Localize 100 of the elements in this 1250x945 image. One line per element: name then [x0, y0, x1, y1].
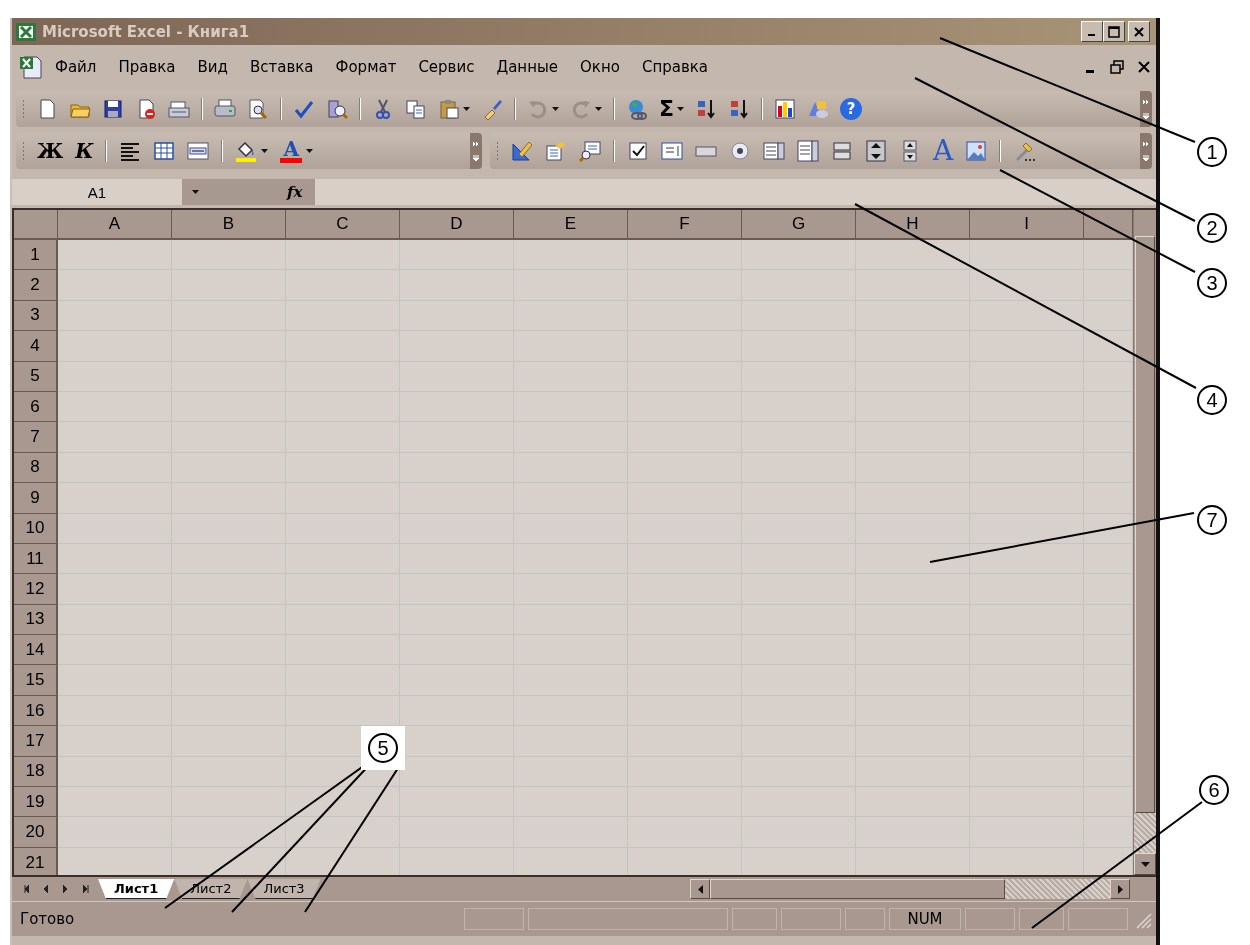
row-header[interactable]: 16 [14, 695, 58, 727]
menu-item[interactable]: Данные [485, 58, 570, 76]
cell[interactable] [58, 726, 172, 757]
cell[interactable] [172, 817, 286, 848]
row-header[interactable]: 17 [14, 726, 58, 757]
cell[interactable] [856, 240, 970, 271]
column-header[interactable]: B [172, 210, 286, 240]
book-magnifier-icon[interactable] [326, 98, 348, 120]
combo-box-icon[interactable] [797, 140, 819, 162]
cell[interactable] [58, 817, 172, 848]
ruler-pencil-icon[interactable] [511, 140, 533, 162]
cell[interactable] [1084, 635, 1133, 666]
image-icon[interactable] [965, 140, 988, 162]
cell[interactable] [58, 513, 172, 544]
cell[interactable] [514, 240, 628, 271]
cell[interactable] [514, 847, 628, 875]
cell[interactable] [1084, 300, 1133, 332]
close-icon[interactable] [1133, 25, 1145, 38]
column-header[interactable]: I [970, 210, 1084, 240]
cell[interactable] [1084, 391, 1133, 423]
function-button[interactable]: fx [287, 179, 315, 205]
checkbox-icon[interactable] [627, 140, 649, 162]
row-header[interactable]: 11 [14, 543, 58, 575]
name-box[interactable]: A1 [12, 179, 182, 205]
scroll-bar-icon[interactable] [865, 140, 887, 162]
row-header[interactable]: 1 [14, 240, 58, 271]
check-mark-icon[interactable] [293, 98, 315, 120]
cell[interactable] [1084, 756, 1133, 788]
close-icon[interactable] [1138, 61, 1150, 73]
cell[interactable] [1084, 665, 1133, 696]
cell[interactable] [58, 665, 172, 696]
font-color-button[interactable]: A [280, 139, 302, 163]
cell[interactable] [58, 635, 172, 666]
cell[interactable] [58, 847, 172, 875]
maximize-button[interactable] [1103, 21, 1125, 42]
row-header[interactable]: 6 [14, 391, 58, 423]
cell[interactable] [1084, 361, 1133, 392]
cell[interactable] [286, 695, 400, 727]
scrollbar-track[interactable] [1005, 879, 1110, 899]
clipboard-icon[interactable] [438, 98, 460, 120]
cell[interactable] [1084, 695, 1133, 727]
paint-bucket-icon[interactable] [235, 140, 258, 162]
workbook-icon[interactable] [18, 54, 44, 80]
column-header[interactable]: E [514, 210, 628, 240]
row-header[interactable]: 19 [14, 787, 58, 818]
text-field-icon[interactable] [661, 140, 683, 162]
cell[interactable] [1084, 726, 1133, 757]
last-sheet-icon[interactable] [80, 885, 90, 893]
cell[interactable] [58, 756, 172, 788]
cell[interactable] [970, 270, 1084, 301]
table-icon[interactable] [153, 140, 176, 162]
column-header[interactable]: D [400, 210, 514, 240]
sort-icon[interactable] [728, 98, 751, 120]
cell[interactable] [1084, 543, 1133, 575]
cell[interactable] [58, 604, 172, 636]
right-arrow-icon[interactable] [1117, 884, 1123, 894]
cell[interactable] [286, 240, 400, 271]
cell[interactable] [286, 817, 400, 848]
menu-item[interactable]: Вставка [238, 58, 325, 76]
minimize-button[interactable] [1081, 21, 1103, 42]
cell[interactable] [742, 240, 856, 271]
bar-chart-icon[interactable] [774, 98, 797, 120]
sum-button[interactable]: Σ [659, 98, 675, 120]
caret-icon[interactable] [192, 190, 199, 194]
left-arrow-icon[interactable] [697, 884, 703, 894]
cell[interactable] [286, 787, 400, 818]
cell[interactable] [58, 452, 172, 484]
column-header[interactable]: C [286, 210, 400, 240]
down-arrow-icon[interactable] [1140, 861, 1150, 867]
properties-icon[interactable] [545, 140, 567, 162]
radio-button-icon[interactable] [729, 140, 751, 162]
cell[interactable] [58, 574, 172, 605]
row-header[interactable]: 9 [14, 483, 58, 514]
cell[interactable] [1084, 452, 1133, 484]
sheet-tab[interactable]: Лист3 [247, 879, 321, 899]
row-header[interactable]: 18 [14, 756, 58, 788]
cell[interactable] [58, 483, 172, 514]
cell[interactable] [58, 543, 172, 575]
menu-item[interactable]: Формат [324, 58, 408, 76]
cell[interactable] [1084, 270, 1133, 301]
cell[interactable] [58, 422, 172, 453]
horizontal-scrollbar[interactable] [690, 879, 1130, 899]
cell[interactable] [286, 847, 400, 875]
cell[interactable] [172, 787, 286, 818]
cell[interactable] [970, 543, 1084, 575]
toolbar-grip-icon[interactable] [22, 141, 25, 161]
row-header[interactable]: 10 [14, 513, 58, 544]
row-header[interactable]: 7 [14, 422, 58, 453]
row-header[interactable]: 14 [14, 635, 58, 666]
cell[interactable] [1084, 787, 1133, 818]
column-header[interactable]: H [856, 210, 970, 240]
row-header[interactable]: 3 [14, 300, 58, 332]
cell[interactable] [172, 240, 286, 271]
caret-icon[interactable] [677, 107, 685, 111]
cell[interactable] [970, 300, 1084, 332]
toolbar-grip-icon[interactable] [496, 141, 499, 161]
cell[interactable] [856, 847, 970, 875]
caret-icon[interactable] [595, 107, 602, 111]
row-header[interactable]: 13 [14, 604, 58, 636]
cell[interactable] [58, 331, 172, 362]
